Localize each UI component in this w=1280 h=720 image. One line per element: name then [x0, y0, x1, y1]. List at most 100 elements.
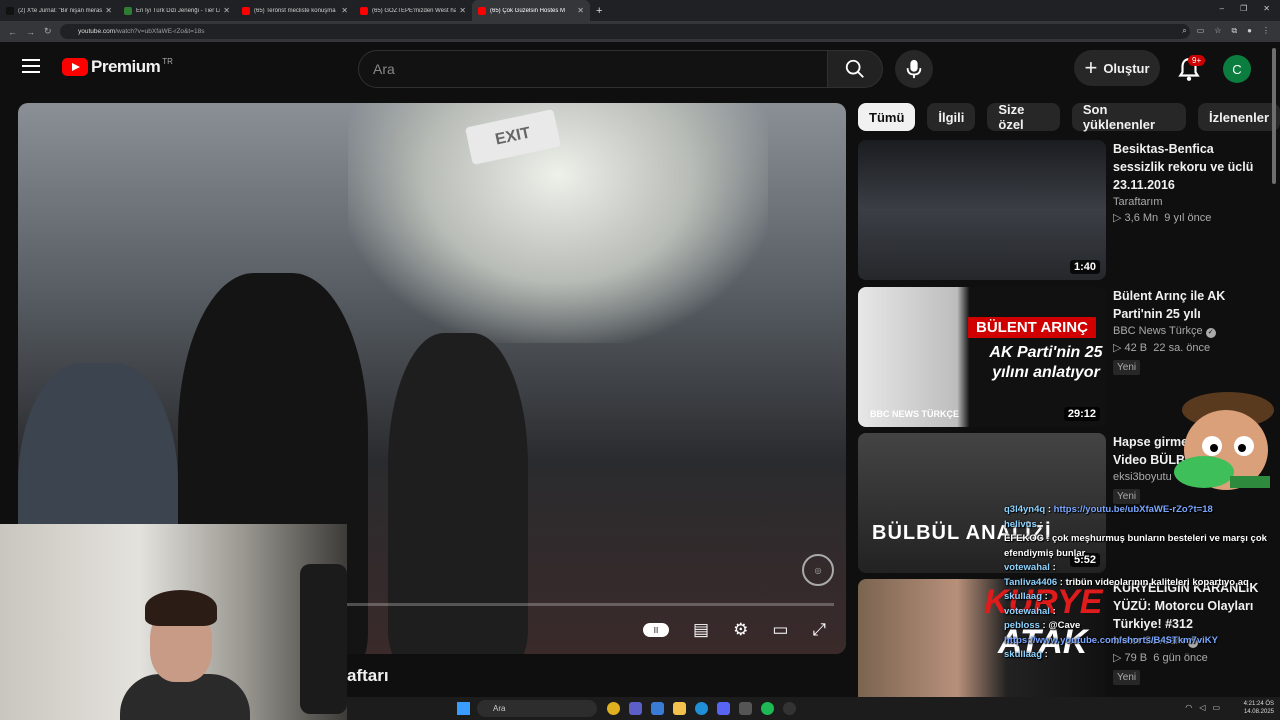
- browser-tab[interactable]: (65) Çok Güzelsin Hostes M ✕: [472, 0, 590, 21]
- bookmark-star-icon[interactable]: ☆: [1214, 26, 1221, 36]
- channel-name[interactable]: Taraftarım: [1113, 196, 1263, 208]
- plus-icon: +: [1084, 55, 1098, 80]
- chat-message: votewahal :: [1004, 605, 1056, 617]
- thumb-brand: BBC NEWS TÜRKÇE: [870, 409, 959, 419]
- teams-icon[interactable]: [629, 702, 642, 715]
- view-count: 42 B: [1124, 342, 1148, 354]
- system-tray: ◠ ◁ ▭: [1185, 703, 1220, 712]
- minimize-icon[interactable]: –: [1220, 4, 1224, 13]
- create-label: Oluştur: [1103, 60, 1150, 76]
- voice-search-button[interactable]: [895, 50, 933, 88]
- extensions-area: ⌕ ▭ ☆ ⧉ ● ⋮: [1182, 26, 1270, 36]
- tab-title: (65) GÖZTEPE'mizden West ha: [372, 7, 457, 14]
- chip-4[interactable]: İzlenenler: [1198, 103, 1280, 131]
- account-avatar[interactable]: C: [1223, 55, 1251, 83]
- youtube-logo[interactable]: Premium TR: [62, 57, 173, 77]
- theater-mode-icon[interactable]: ▭: [772, 620, 788, 640]
- chat-username: votewahal: [1004, 562, 1050, 573]
- chip-0[interactable]: Tümü: [858, 103, 916, 131]
- discord-icon[interactable]: [717, 702, 730, 715]
- zoom-icon[interactable]: ⌕: [1182, 26, 1186, 36]
- view-count: 3,6 Mn: [1124, 212, 1159, 224]
- app-icon[interactable]: [739, 702, 752, 715]
- thumb-headline: BÜLENT ARINÇ: [968, 317, 1096, 338]
- cast-icon[interactable]: ▭: [1197, 26, 1205, 36]
- upload-age: 22 sa. önce: [1153, 342, 1211, 354]
- hamburger-menu-icon[interactable]: [22, 59, 40, 77]
- video-thumbnail[interactable]: 1:40: [858, 140, 1106, 280]
- browser-tab[interactable]: (65) GÖZTEPE'mizden West ha ✕: [354, 0, 472, 21]
- windows-start-icon[interactable]: [457, 702, 470, 715]
- chat-username: pebloss: [1004, 620, 1040, 631]
- menu-dots-icon[interactable]: ⋮: [1262, 26, 1270, 36]
- chat-message: helivus :: [1004, 518, 1043, 530]
- chat-text[interactable]: https://youtu.be/ubXfaWE-rZo?t=18: [1054, 504, 1213, 515]
- edge-icon[interactable]: [695, 702, 708, 715]
- video-meta: Besiktas-Benfica sessizlik rekoru ve ücl…: [1113, 140, 1263, 224]
- video-title-link[interactable]: Besiktas-Benfica sessizlik rekoru ve ücl…: [1113, 140, 1263, 194]
- spotify-icon[interactable]: [761, 702, 774, 715]
- tab-close-icon[interactable]: ✕: [459, 6, 466, 15]
- obs-icon[interactable]: [783, 702, 796, 715]
- chip-3[interactable]: Son yüklenenler: [1071, 102, 1187, 132]
- search-icon: [845, 59, 864, 78]
- extensions-icon[interactable]: ⧉: [1231, 26, 1237, 36]
- chat-text: @Cave: [1048, 620, 1081, 631]
- duration-badge: 1:40: [1069, 260, 1100, 274]
- search-input[interactable]: Ara: [358, 50, 828, 88]
- tab-close-icon[interactable]: ✕: [577, 6, 584, 15]
- channel-name-text: eksi3boyutu: [1113, 471, 1172, 483]
- chip-2[interactable]: Size özel: [987, 102, 1060, 132]
- window-controls: – ❐ ✕: [1220, 4, 1270, 13]
- reload-icon[interactable]: ↻: [44, 26, 54, 37]
- video-thumbnail[interactable]: BÜLENT ARINÇ AK Parti'nin 25 yılını anlat…: [858, 287, 1106, 427]
- browser-tab[interactable]: (65) Terörist mecliste konuşma ✕: [236, 0, 354, 21]
- tab-favicon-icon: [360, 6, 368, 15]
- tab-title: (65) Terörist mecliste konuşma: [254, 7, 336, 14]
- chat-message: EFEKOC : çok meşhurmuş bunların besteler…: [1004, 532, 1280, 561]
- forward-icon[interactable]: →: [26, 27, 36, 37]
- url-field[interactable]: youtube.com/watch?v=ubXfaWE-rZo&t=18s: [60, 24, 1190, 39]
- settings-gear-icon[interactable]: ⚙: [733, 620, 748, 640]
- logo-region: TR: [162, 57, 173, 66]
- folder-icon[interactable]: [673, 702, 686, 715]
- channel-watermark-icon[interactable]: ◎: [802, 554, 834, 586]
- browser-tab[interactable]: En İyi Türk Dizi Jeneriği - Tier List ✕: [118, 0, 236, 21]
- chrome-icon[interactable]: [607, 702, 620, 715]
- chip-1[interactable]: İlgili: [927, 103, 976, 131]
- pause-toggle[interactable]: II: [643, 623, 670, 637]
- video-title-link[interactable]: Bülent Arınç ile AK Parti'nin 25 yılı: [1113, 287, 1263, 323]
- taskbar-search[interactable]: Ara: [477, 700, 597, 717]
- webcam-overlay: [0, 524, 347, 720]
- tab-close-icon[interactable]: ✕: [341, 6, 348, 15]
- fullscreen-icon[interactable]: ⤢: [812, 620, 826, 640]
- page-scrollbar[interactable]: [1272, 48, 1276, 184]
- profile-icon[interactable]: ●: [1247, 26, 1252, 36]
- restore-icon[interactable]: ❐: [1240, 4, 1247, 13]
- tab-close-icon[interactable]: ✕: [105, 6, 112, 15]
- chat-message: skullaag :: [1004, 591, 1048, 602]
- tab-close-icon[interactable]: ✕: [223, 6, 230, 15]
- chat-text[interactable]: https://www.youtube.com/shorts/B4STkm7vi…: [1004, 635, 1218, 646]
- stream-chat-overlay: q3l4yn4q : https://youtu.be/ubXfaWE-rZo?…: [1004, 503, 1280, 720]
- channel-name[interactable]: BBC News Türkçe ✓: [1113, 325, 1263, 338]
- subtitles-icon[interactable]: ▤: [693, 620, 709, 640]
- back-icon[interactable]: ←: [8, 27, 18, 37]
- create-button[interactable]: + Oluştur: [1074, 50, 1160, 86]
- video-meta: Bülent Arınç ile AK Parti'nin 25 yılı BB…: [1113, 287, 1263, 375]
- browser-tab[interactable]: (2) X'te Jurnal: "Bir nişan merasim ✕: [0, 0, 118, 21]
- player-controls: II ▤ ⚙ ▭ ⤢: [643, 620, 826, 640]
- browser-tabbar: (2) X'te Jurnal: "Bir nişan merasim ✕ En İ…: [0, 0, 1280, 21]
- new-tab-button[interactable]: +: [590, 5, 608, 17]
- wifi-icon[interactable]: ◠: [1185, 703, 1192, 712]
- recommendation-item[interactable]: 1:40 Besiktas-Benfica sessizlik rekoru v…: [858, 140, 1268, 280]
- chat-username: skullaag: [1004, 649, 1043, 660]
- volume-icon[interactable]: ◁: [1199, 703, 1205, 712]
- upload-age: 9 yıl önce: [1164, 212, 1212, 224]
- chat-username: q3l4yn4q: [1004, 504, 1046, 515]
- battery-icon[interactable]: ▭: [1212, 703, 1220, 712]
- taskbar-clock[interactable]: 4:21:24 ÖS 14.08.2025: [1244, 700, 1274, 716]
- close-window-icon[interactable]: ✕: [1263, 4, 1270, 13]
- search-button[interactable]: [827, 50, 883, 88]
- photos-icon[interactable]: [651, 702, 664, 715]
